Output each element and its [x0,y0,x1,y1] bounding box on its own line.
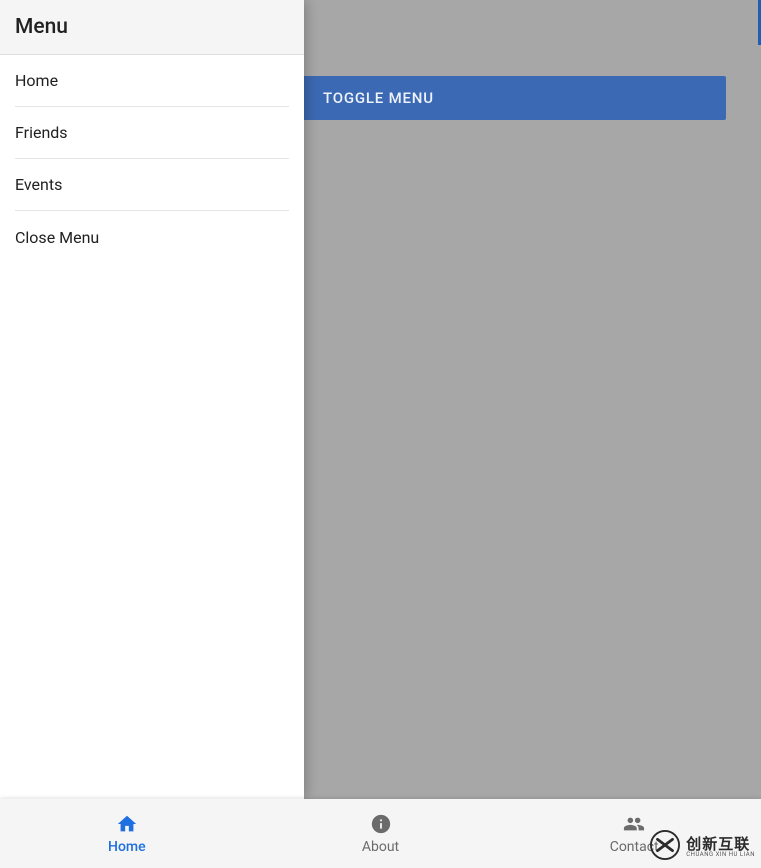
drawer-item-label: Close Menu [15,228,99,247]
drawer-item-home[interactable]: Home [15,55,289,107]
tab-contact-label: Contact [610,839,659,855]
drawer-item-close-menu[interactable]: Close Menu [15,211,289,263]
home-icon [115,812,139,836]
drawer-title: Menu [0,0,304,55]
bottom-nav: Home About Contact [0,799,761,868]
drawer-list: Home Friends Events Close Menu [0,55,304,263]
drawer-title-text: Menu [15,15,68,39]
tab-home[interactable]: Home [0,799,254,868]
tab-about[interactable]: About [254,799,508,868]
side-drawer: Menu Home Friends Events Close Menu [0,0,304,799]
drawer-item-label: Home [15,71,58,90]
toggle-menu-button-label: TOGGLE MENU [323,89,434,107]
drawer-item-events[interactable]: Events [15,159,289,211]
tab-home-label: Home [108,839,146,855]
people-icon [622,812,646,836]
drawer-item-label: Friends [15,123,68,142]
info-icon [369,812,393,836]
drawer-item-label: Events [15,175,62,194]
drawer-item-friends[interactable]: Friends [15,107,289,159]
tab-about-label: About [362,839,399,855]
tab-contact[interactable]: Contact [507,799,761,868]
